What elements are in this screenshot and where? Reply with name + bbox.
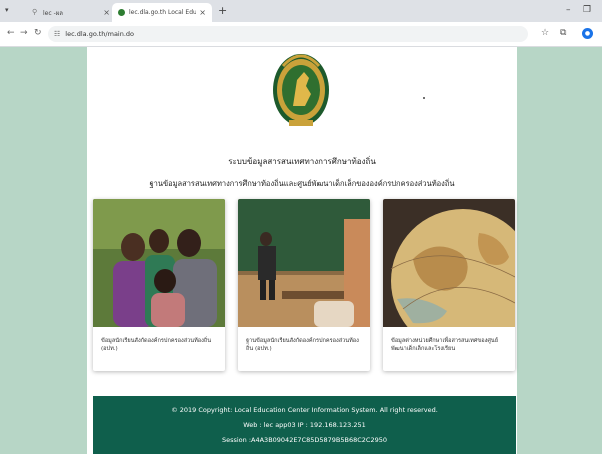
browser-tab-inactive[interactable]: ⚲ lec -ผล ×	[26, 3, 116, 22]
footer-copyright: © 2019 Copyright: Local Education Center…	[171, 406, 438, 414]
browser-tab-strip: ▾ ⚲ lec -ผล × lec.dla.go.th Local Educat…	[0, 0, 602, 22]
url-text: lec.dla.go.th/main.do	[65, 30, 135, 38]
globe-photo	[383, 199, 515, 327]
close-tab-icon[interactable]: ×	[199, 8, 206, 17]
children-photo	[93, 199, 225, 327]
page-title: ระบบข้อมูลสารสนเทศทางการศึกษาท้องถิ่น	[228, 157, 376, 166]
dla-emblem-logo	[273, 54, 329, 126]
new-tab-icon[interactable]: +	[218, 4, 227, 17]
footer-session-info: Session :A4A3B09042E7C85D5879B5B68C2C295…	[221, 436, 388, 444]
bookmark-star-icon[interactable]: ☆	[541, 28, 549, 38]
tab-title: lec.dla.go.th Local Education C	[129, 9, 197, 16]
card-caption: ฐานข้อมูลนักเรียนสังกัดองค์กรปกครองส่วนท…	[246, 338, 359, 352]
site-footer: © 2019 Copyright: Local Education Center…	[93, 396, 516, 454]
close-tab-icon[interactable]: ×	[103, 8, 110, 17]
site-info-icon[interactable]: ☷	[54, 30, 60, 38]
card-student-database[interactable]: ฐานข้อมูลนักเรียนสังกัดองค์กรปกครองส่วนท…	[238, 199, 370, 371]
classroom-photo	[238, 199, 370, 327]
card-info-centers[interactable]: ข้อมูลต่างหน่วยศึกษาเพื่อสารสนเทศของศูนย…	[383, 199, 515, 371]
card-caption: ข้อมูลต่างหน่วยศึกษาเพื่อสารสนเทศของศูนย…	[391, 338, 498, 352]
page-subtitle: ฐานข้อมูลสารสนเทศทางการศึกษาท้องถิ่นและศ…	[149, 179, 455, 188]
browser-tab-active[interactable]: lec.dla.go.th Local Education C ×	[112, 3, 212, 22]
profile-avatar[interactable]: ●	[582, 28, 593, 39]
back-icon[interactable]: ←	[7, 28, 15, 38]
page-content: ระบบข้อมูลสารสนเทศทางการศึกษาท้องถิ่น ฐา…	[87, 47, 517, 454]
site-favicon-icon	[118, 9, 125, 16]
tab-title: lec -ผล	[43, 9, 63, 17]
card-caption: ข้อมูลนักเรียนสังกัดองค์กรปกครองส่วนท้อง…	[101, 338, 212, 352]
extensions-icon[interactable]: ⧉	[560, 28, 566, 38]
forward-icon[interactable]: →	[20, 28, 28, 38]
address-toolbar: ← → ↻ ☷ lec.dla.go.th/main.do ☆ ⧉ ●	[0, 22, 602, 47]
url-field[interactable]: ☷ lec.dla.go.th/main.do	[48, 26, 528, 42]
reload-icon[interactable]: ↻	[34, 28, 42, 38]
card-student-data[interactable]: ข้อมูลนักเรียนสังกัดองค์กรปกครองส่วนท้อง…	[93, 199, 225, 371]
restore-icon[interactable]: ❐	[583, 5, 591, 15]
decorative-dot	[423, 97, 425, 99]
search-tab-icon: ⚲	[32, 8, 38, 16]
minimize-icon[interactable]: –	[566, 5, 571, 15]
tab-search-icon[interactable]: ▾	[5, 6, 9, 14]
footer-web-info: Web : lec app03 IP : 192.168.123.251	[243, 421, 366, 429]
page-viewport: ระบบข้อมูลสารสนเทศทางการศึกษาท้องถิ่น ฐา…	[0, 47, 602, 454]
